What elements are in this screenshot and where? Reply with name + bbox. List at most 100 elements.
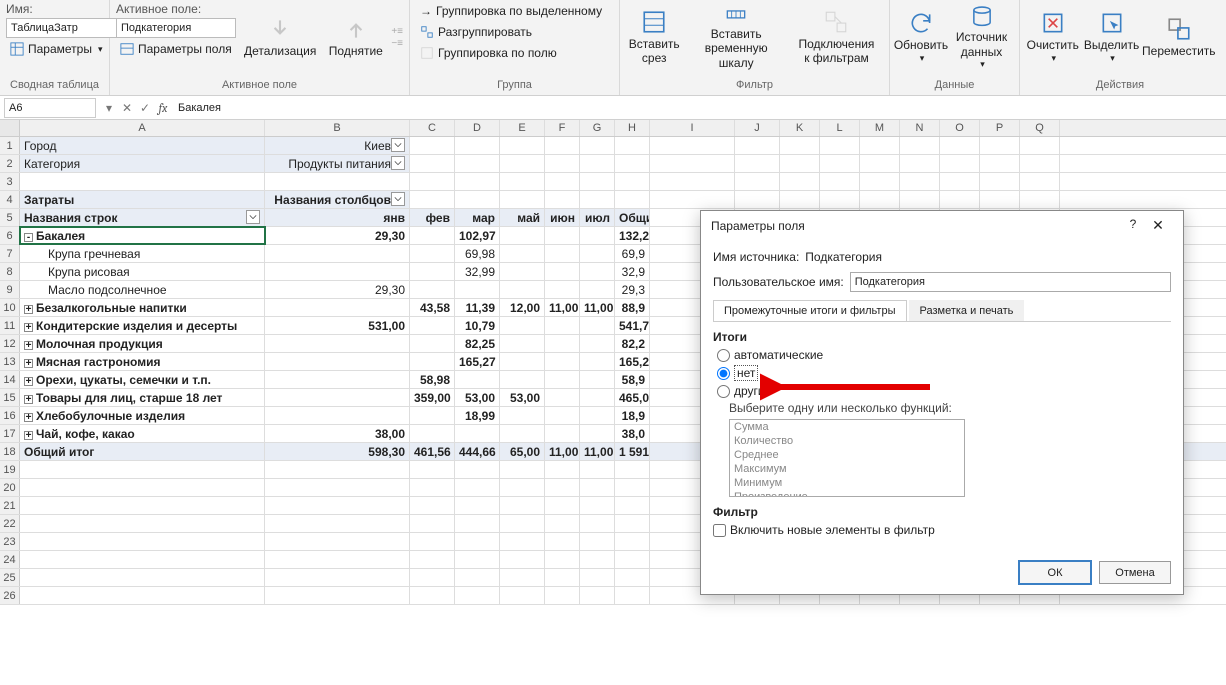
cell[interactable] xyxy=(265,173,410,190)
cell[interactable]: июл xyxy=(580,209,615,226)
cell[interactable] xyxy=(455,497,500,514)
close-button[interactable]: ✕ xyxy=(1143,217,1173,234)
cell[interactable] xyxy=(545,407,580,424)
insert-slicer-button[interactable]: Вставить срез xyxy=(626,2,682,72)
expand-icon[interactable]: + xyxy=(24,359,33,368)
cell[interactable] xyxy=(20,173,265,190)
row-header[interactable]: 17 xyxy=(0,425,20,442)
row-header[interactable]: 24 xyxy=(0,551,20,568)
expand-icon[interactable]: + xyxy=(24,431,33,440)
cell[interactable]: 53,00 xyxy=(455,389,500,406)
cell[interactable] xyxy=(900,191,940,208)
cell[interactable]: июн xyxy=(545,209,580,226)
cell[interactable] xyxy=(545,425,580,442)
cell[interactable]: 531,00 xyxy=(265,317,410,334)
cell[interactable] xyxy=(410,281,455,298)
radio-auto[interactable] xyxy=(717,349,730,362)
cell[interactable] xyxy=(500,533,545,550)
filter-dropdown-icon[interactable] xyxy=(246,210,260,224)
cell[interactable] xyxy=(545,551,580,568)
column-header[interactable]: D xyxy=(455,120,500,136)
cell[interactable] xyxy=(980,173,1020,190)
cell[interactable]: 18,9 xyxy=(615,407,650,424)
row-header[interactable]: 16 xyxy=(0,407,20,424)
cell[interactable] xyxy=(265,533,410,550)
column-header[interactable]: L xyxy=(820,120,860,136)
cell[interactable] xyxy=(860,173,900,190)
cell[interactable]: Затраты xyxy=(20,191,265,208)
cell[interactable] xyxy=(580,407,615,424)
cell[interactable] xyxy=(455,371,500,388)
cell[interactable]: 88,9 xyxy=(615,299,650,316)
cell[interactable] xyxy=(940,137,980,154)
cell[interactable]: 29,30 xyxy=(265,281,410,298)
move-button[interactable]: Переместить xyxy=(1144,2,1214,72)
cell[interactable] xyxy=(500,497,545,514)
cell[interactable] xyxy=(615,191,650,208)
list-item[interactable]: Среднее xyxy=(730,448,964,462)
cell[interactable] xyxy=(860,191,900,208)
cell[interactable] xyxy=(900,137,940,154)
cell[interactable] xyxy=(650,137,735,154)
cell[interactable] xyxy=(20,533,265,550)
cell[interactable] xyxy=(545,371,580,388)
column-header[interactable]: J xyxy=(735,120,780,136)
cell[interactable] xyxy=(410,155,455,172)
list-item[interactable]: Максимум xyxy=(730,462,964,476)
cell[interactable] xyxy=(265,587,410,604)
row-header[interactable]: 20 xyxy=(0,479,20,496)
cell[interactable] xyxy=(580,515,615,532)
cell[interactable] xyxy=(580,461,615,478)
cell[interactable] xyxy=(580,551,615,568)
clear-button[interactable]: Очистить▾ xyxy=(1026,2,1080,72)
cell[interactable] xyxy=(615,497,650,514)
column-header[interactable]: C xyxy=(410,120,455,136)
cell[interactable] xyxy=(545,317,580,334)
row-header[interactable]: 6 xyxy=(0,227,20,244)
column-header[interactable]: E xyxy=(500,120,545,136)
cell[interactable]: 541,7 xyxy=(615,317,650,334)
row-header[interactable]: 1 xyxy=(0,137,20,154)
cell[interactable] xyxy=(500,263,545,280)
cell[interactable] xyxy=(455,425,500,442)
list-item[interactable]: Количество xyxy=(730,434,964,448)
cell[interactable] xyxy=(455,137,500,154)
cell[interactable] xyxy=(980,137,1020,154)
functions-listbox[interactable]: СуммаКоличествоСреднееМаксимумМинимумПро… xyxy=(729,419,965,497)
row-header[interactable]: 21 xyxy=(0,497,20,514)
cell[interactable] xyxy=(820,155,860,172)
cell[interactable] xyxy=(20,569,265,586)
cell[interactable] xyxy=(545,137,580,154)
expand-icon[interactable]: + xyxy=(24,341,33,350)
row-header[interactable]: 11 xyxy=(0,317,20,334)
column-header[interactable]: Q xyxy=(1020,120,1060,136)
cell[interactable] xyxy=(500,551,545,568)
cell[interactable]: 359,00 xyxy=(410,389,455,406)
cell[interactable] xyxy=(980,191,1020,208)
column-header[interactable]: F xyxy=(545,120,580,136)
cell[interactable] xyxy=(615,461,650,478)
cell[interactable]: 165,27 xyxy=(455,353,500,370)
data-source-button[interactable]: Источник данных▾ xyxy=(950,2,1013,72)
cell[interactable] xyxy=(615,533,650,550)
cell[interactable] xyxy=(410,587,455,604)
cell[interactable] xyxy=(545,461,580,478)
cell[interactable] xyxy=(580,155,615,172)
cell[interactable] xyxy=(615,173,650,190)
cell[interactable] xyxy=(500,191,545,208)
column-header[interactable]: H xyxy=(615,120,650,136)
cell[interactable]: 165,2 xyxy=(615,353,650,370)
cell[interactable] xyxy=(410,497,455,514)
expand-icon[interactable]: + xyxy=(24,323,33,332)
row-header[interactable]: 22 xyxy=(0,515,20,532)
cell[interactable] xyxy=(500,317,545,334)
cell[interactable] xyxy=(500,227,545,244)
expand-icon[interactable]: + xyxy=(24,305,33,314)
field-settings-button[interactable]: Параметры поля xyxy=(116,40,236,58)
row-header[interactable]: 13 xyxy=(0,353,20,370)
cell[interactable] xyxy=(265,245,410,262)
fx-button[interactable]: fx xyxy=(154,101,172,115)
cell[interactable] xyxy=(1020,173,1060,190)
cell[interactable] xyxy=(615,515,650,532)
expand-icon[interactable]: + xyxy=(24,377,33,386)
